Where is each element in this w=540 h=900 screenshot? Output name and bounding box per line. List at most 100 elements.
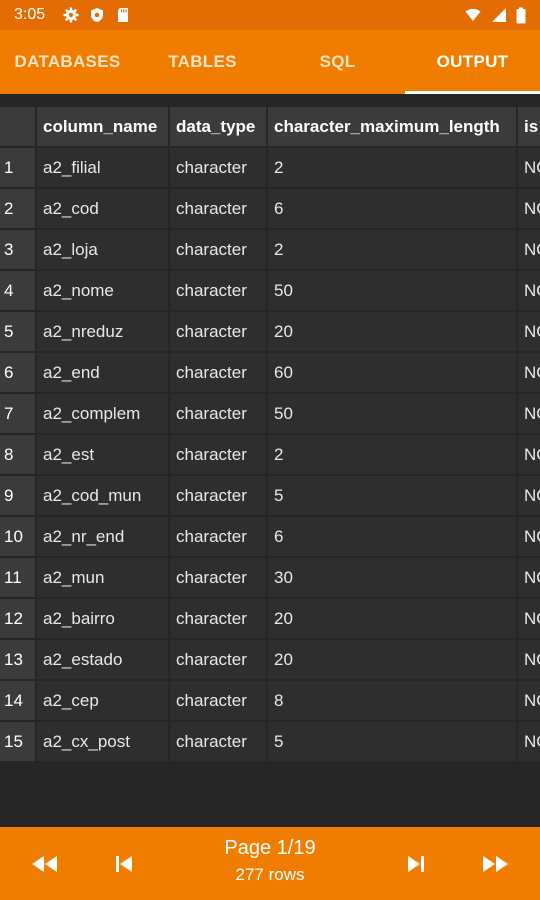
is-nullable-cell: NO <box>518 722 540 761</box>
pagination-bar: Page 1/19 277 rows <box>0 827 540 900</box>
is-nullable-cell: NO <box>518 476 540 515</box>
data-type-cell: character <box>170 517 266 556</box>
is-nullable-cell: NO <box>518 599 540 638</box>
tab-output[interactable]: OUTPUT <box>405 30 540 94</box>
max-length-cell: 50 <box>268 394 516 433</box>
column-name-cell: a2_complem <box>37 394 168 433</box>
data-type-cell: character <box>170 599 266 638</box>
data-type-cell: character <box>170 681 266 720</box>
table-row[interactable]: 15a2_cx_postcharacter5NO <box>0 722 540 761</box>
column-name-cell: a2_filial <box>37 148 168 187</box>
is-nullable-cell: NO <box>518 148 540 187</box>
is-nullable-cell: NO <box>518 435 540 474</box>
column-name-cell: a2_end <box>37 353 168 392</box>
row-number-cell: 2 <box>0 189 35 228</box>
max-length-cell: 5 <box>268 722 516 761</box>
table-row[interactable]: 3a2_lojacharacter2NO <box>0 230 540 269</box>
max-length-cell: 5 <box>268 476 516 515</box>
row-number-cell: 8 <box>0 435 35 474</box>
column-name-cell: a2_estado <box>37 640 168 679</box>
table-row[interactable]: 6a2_endcharacter60NO <box>0 353 540 392</box>
row-number-header <box>0 107 35 146</box>
column-header[interactable]: data_type <box>170 107 266 146</box>
row-number-cell: 7 <box>0 394 35 433</box>
table-row[interactable]: 9a2_cod_muncharacter5NO <box>0 476 540 515</box>
table-row[interactable]: 11a2_muncharacter30NO <box>0 558 540 597</box>
table-row[interactable]: 12a2_bairrocharacter20NO <box>0 599 540 638</box>
first-page-icon <box>32 855 57 872</box>
max-length-cell: 6 <box>268 517 516 556</box>
data-type-cell: character <box>170 148 266 187</box>
results-table: column_name data_type character_maximum_… <box>0 107 540 762</box>
rows-count-label: 277 rows <box>235 865 305 884</box>
last-page-button[interactable] <box>466 827 526 900</box>
is-nullable-cell: NO <box>518 394 540 433</box>
table-row[interactable]: 8a2_estcharacter2NO <box>0 435 540 474</box>
next-page-button[interactable] <box>386 827 446 900</box>
is-nullable-cell: NO <box>518 189 540 228</box>
last-page-icon <box>483 855 508 872</box>
results-table-container[interactable]: column_name data_type character_maximum_… <box>0 107 540 762</box>
previous-page-icon <box>116 855 132 872</box>
max-length-cell: 2 <box>268 435 516 474</box>
data-type-cell: character <box>170 189 266 228</box>
column-name-cell: a2_cod_mun <box>37 476 168 515</box>
column-name-cell: a2_nr_end <box>37 517 168 556</box>
column-name-cell: a2_est <box>37 435 168 474</box>
first-page-button[interactable] <box>14 827 74 900</box>
max-length-cell: 2 <box>268 148 516 187</box>
column-name-cell: a2_nome <box>37 271 168 310</box>
data-type-cell: character <box>170 394 266 433</box>
column-name-cell: a2_loja <box>37 230 168 269</box>
next-page-icon <box>408 855 424 872</box>
table-row[interactable]: 2a2_codcharacter6NO <box>0 189 540 228</box>
is-nullable-cell: NO <box>518 271 540 310</box>
table-header-row: column_name data_type character_maximum_… <box>0 107 540 146</box>
column-name-cell: a2_cep <box>37 681 168 720</box>
column-header[interactable]: is <box>518 107 540 146</box>
tab-tables[interactable]: TABLES <box>135 30 270 94</box>
row-number-cell: 5 <box>0 312 35 351</box>
table-row[interactable]: 14a2_cepcharacter8NO <box>0 681 540 720</box>
max-length-cell: 20 <box>268 640 516 679</box>
table-row[interactable]: 1a2_filialcharacter2NO <box>0 148 540 187</box>
previous-page-button[interactable] <box>94 827 154 900</box>
is-nullable-cell: NO <box>518 230 540 269</box>
table-row[interactable]: 10a2_nr_endcharacter6NO <box>0 517 540 556</box>
row-number-cell: 1 <box>0 148 35 187</box>
row-number-cell: 12 <box>0 599 35 638</box>
data-type-cell: character <box>170 722 266 761</box>
status-time: 3:05 <box>14 6 46 23</box>
status-left: 3:05 <box>14 6 131 24</box>
is-nullable-cell: NO <box>518 681 540 720</box>
data-type-cell: character <box>170 558 266 597</box>
max-length-cell: 20 <box>268 312 516 351</box>
is-nullable-cell: NO <box>518 353 540 392</box>
page-info: Page 1/19 277 rows <box>170 837 370 885</box>
table-row[interactable]: 13a2_estadocharacter20NO <box>0 640 540 679</box>
wifi-icon <box>465 8 481 21</box>
max-length-cell: 30 <box>268 558 516 597</box>
row-number-cell: 6 <box>0 353 35 392</box>
max-length-cell: 60 <box>268 353 516 392</box>
tab-databases[interactable]: DATABASES <box>0 30 135 94</box>
max-length-cell: 2 <box>268 230 516 269</box>
max-length-cell: 6 <box>268 189 516 228</box>
status-right <box>464 7 526 24</box>
signal-icon <box>492 8 506 22</box>
column-header[interactable]: column_name <box>37 107 168 146</box>
table-row[interactable]: 5a2_nreduzcharacter20NO <box>0 312 540 351</box>
data-type-cell: character <box>170 476 266 515</box>
is-nullable-cell: NO <box>518 312 540 351</box>
table-row[interactable]: 4a2_nomecharacter50NO <box>0 271 540 310</box>
table-row[interactable]: 7a2_complemcharacter50NO <box>0 394 540 433</box>
row-number-cell: 11 <box>0 558 35 597</box>
column-header[interactable]: character_maximum_length <box>268 107 516 146</box>
status-bar: 3:05 <box>0 0 540 30</box>
data-type-cell: character <box>170 435 266 474</box>
data-type-cell: character <box>170 230 266 269</box>
table-body: 1a2_filialcharacter2NO2a2_codcharacter6N… <box>0 148 540 761</box>
sd-card-icon <box>118 8 129 22</box>
tab-sql[interactable]: SQL <box>270 30 405 94</box>
row-number-cell: 13 <box>0 640 35 679</box>
